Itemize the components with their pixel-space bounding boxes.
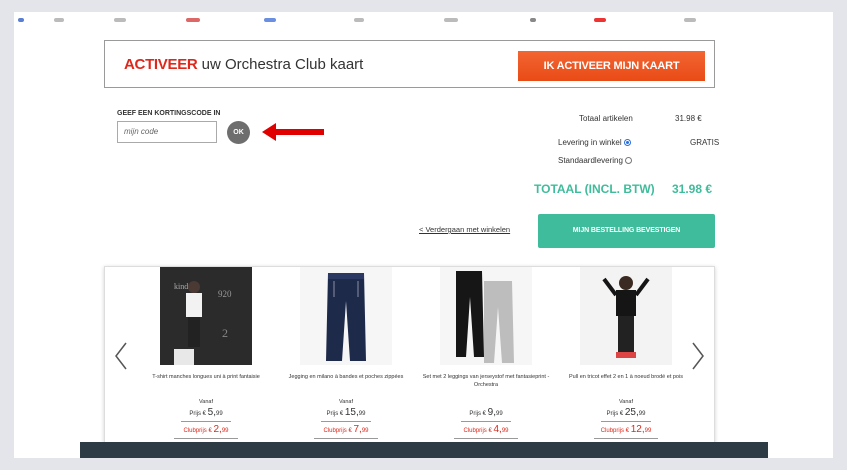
price-prefix: Prijs € xyxy=(469,411,488,417)
store-delivery-label: Levering in winkel xyxy=(558,138,622,147)
divider xyxy=(174,438,238,439)
bookmark-icon[interactable] xyxy=(354,18,364,22)
product-name[interactable]: Jegging en milano à bandes et poches zip… xyxy=(276,374,416,382)
product-price: Prijs € 9,99 xyxy=(416,407,556,418)
club-main: 2, xyxy=(213,424,222,435)
product-image[interactable]: kinds 920 2 xyxy=(160,267,252,365)
price-cents: 99 xyxy=(496,411,503,417)
bookmark-icon[interactable] xyxy=(530,18,536,22)
product-name[interactable]: Pull en tricot effet 2 en 1 à noeud brod… xyxy=(556,374,696,382)
grand-total-label: TOTAAL (INCL. BTW) xyxy=(534,182,655,196)
store-delivery-radio[interactable] xyxy=(623,139,631,147)
standard-delivery-label: Standaardlevering xyxy=(558,156,623,165)
bookmark-icon[interactable] xyxy=(594,18,606,22)
club-cents: 99 xyxy=(221,428,229,434)
continue-shopping-link[interactable]: < Verdergaan met winkelen xyxy=(419,225,510,234)
product-name[interactable]: Set met 2 leggings van jerseystof met fa… xyxy=(416,374,556,389)
svg-text:920: 920 xyxy=(218,289,232,299)
price-main: 15, xyxy=(344,407,359,418)
bookmark-bar xyxy=(14,12,833,28)
bookmark-icon[interactable] xyxy=(264,18,276,22)
product-from-label: Vanaf xyxy=(339,399,353,405)
price-main: 25, xyxy=(624,407,639,418)
club-price: Clubprijs € 2,99 xyxy=(136,424,276,435)
red-arrow-icon xyxy=(262,123,324,141)
product-price: Prijs € 5,99 xyxy=(136,407,276,418)
store-delivery-value: GRATIS xyxy=(690,138,720,147)
product-from-label: Vanaf xyxy=(199,399,213,405)
club-price: Clubprijs € 7,99 xyxy=(276,424,416,435)
price-prefix: Prijs € xyxy=(326,411,345,417)
divider xyxy=(181,421,231,422)
bookmark-icon[interactable] xyxy=(684,18,696,22)
club-prefix: Clubprijs € xyxy=(183,428,214,434)
product-image[interactable] xyxy=(580,267,672,365)
club-cents: 99 xyxy=(644,428,652,434)
ok-button[interactable]: OK xyxy=(227,121,250,144)
price-cents: 99 xyxy=(216,411,223,417)
total-articles-value: 31.98 € xyxy=(675,114,702,123)
chevron-right-icon[interactable] xyxy=(690,341,706,371)
club-main: 4, xyxy=(493,424,502,435)
price-cents: 99 xyxy=(638,411,646,417)
divider xyxy=(601,421,651,422)
banner-highlight: ACTIVEER xyxy=(124,56,198,73)
divider xyxy=(314,438,378,439)
price-main: 5, xyxy=(207,407,216,418)
price-cents: 99 xyxy=(358,411,366,417)
standard-delivery-option[interactable]: Standaardlevering xyxy=(558,156,632,165)
standard-delivery-radio[interactable] xyxy=(624,157,632,165)
activate-card-button[interactable]: IK ACTIVEER MIJN KAART xyxy=(518,51,705,81)
chevron-left-icon[interactable] xyxy=(113,341,129,371)
confirm-order-button[interactable]: MIJN BESTELLING BEVESTIGEN xyxy=(538,214,715,248)
product-image[interactable] xyxy=(440,267,532,365)
browser-page: ACTIVEER uw Orchestra Club kaart IK ACTI… xyxy=(14,12,833,458)
discount-code-label: GEEF EEN KORTINGSCODE IN xyxy=(117,110,221,117)
divider xyxy=(454,438,518,439)
product-carousel: kinds 920 2 T-shirt manches longues uni … xyxy=(104,266,715,444)
product-image[interactable] xyxy=(300,267,392,365)
bookmark-icon[interactable] xyxy=(54,18,64,22)
bookmark-icon[interactable] xyxy=(444,18,458,22)
price-main: 9, xyxy=(487,407,496,418)
club-cents: 99 xyxy=(501,428,509,434)
divider xyxy=(594,438,658,439)
price-prefix: Prijs € xyxy=(189,411,208,417)
club-prefix: Clubprijs € xyxy=(600,428,631,434)
product-name[interactable]: T-shirt manches longues uni à print fant… xyxy=(136,374,276,382)
bookmark-icon[interactable] xyxy=(18,18,24,22)
bookmark-icon[interactable] xyxy=(186,18,200,22)
club-prefix: Clubprijs € xyxy=(463,428,494,434)
club-cents: 99 xyxy=(361,428,369,434)
club-price: Clubprijs € 12,99 xyxy=(556,424,696,435)
divider xyxy=(461,421,511,422)
product-from-label: Vanaf xyxy=(619,399,633,405)
discount-code-input[interactable]: mijn code xyxy=(117,121,217,143)
club-card-banner: ACTIVEER uw Orchestra Club kaart IK ACTI… xyxy=(104,40,715,88)
total-articles-label: Totaal artikelen xyxy=(579,114,633,123)
club-prefix: Clubprijs € xyxy=(323,428,354,434)
price-prefix: Prijs € xyxy=(606,411,625,417)
club-main: 12, xyxy=(630,424,645,435)
banner-label: uw Orchestra Club kaart xyxy=(197,56,364,73)
grand-total-value: 31.98 € xyxy=(672,182,713,196)
club-main: 7, xyxy=(353,424,362,435)
bookmark-icon[interactable] xyxy=(114,18,126,22)
svg-text:2: 2 xyxy=(222,326,228,340)
banner-text: ACTIVEER uw Orchestra Club kaart xyxy=(124,56,363,73)
product-price: Prijs € 25,99 xyxy=(556,407,696,418)
cart-content: ACTIVEER uw Orchestra Club kaart IK ACTI… xyxy=(80,28,768,444)
club-price: Clubprijs € 4,99 xyxy=(416,424,556,435)
product-price: Prijs € 15,99 xyxy=(276,407,416,418)
footer-bar xyxy=(80,442,768,458)
store-delivery-option[interactable]: Levering in winkel xyxy=(558,138,631,147)
divider xyxy=(321,421,371,422)
